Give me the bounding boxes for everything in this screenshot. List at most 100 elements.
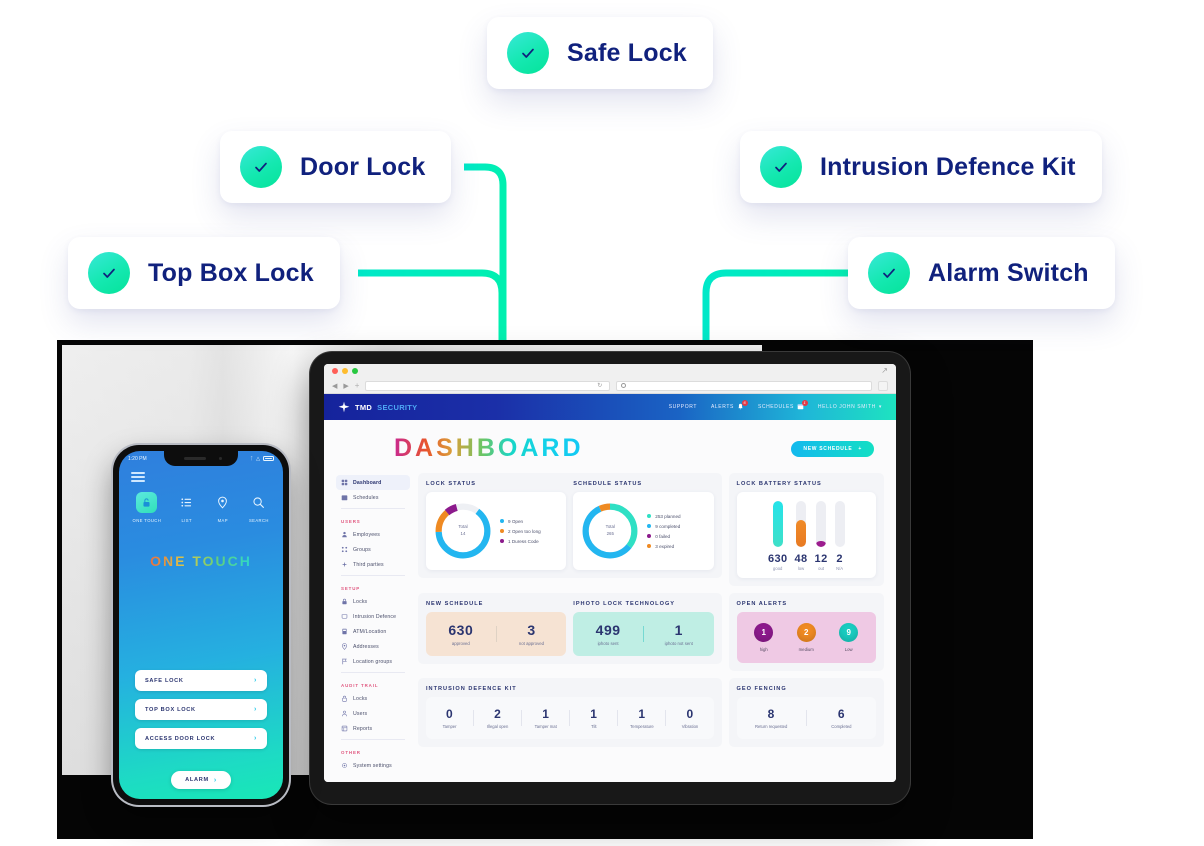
chevron-right-icon: › [253,706,257,713]
check-icon [240,146,282,188]
sidebar-section-audit-trail: AUDIT TRAIL [341,683,379,688]
phone-title: ONE TOUCH [119,553,283,569]
sidebar-item-dashboard[interactable]: Dashboard [336,475,410,490]
legend-item: 253 planned [647,514,681,519]
battery-bar-out: 12 out [815,501,828,571]
alert-count: 9 [839,623,859,642]
url-bar[interactable]: ↻ [365,380,611,391]
callout-top-box-lock[interactable]: Top Box Lock [68,237,340,309]
open-alerts-card: 1 high 2 medium 9 Low [736,612,876,663]
callout-door-lock[interactable]: Door Lock [220,131,452,203]
phone-tab-label: ONE TOUCH [132,518,162,524]
dashboard-panels: LOCK STATUS Total 14 9 Open 2 Open too l… [418,473,884,770]
back-icon[interactable]: ◀ [332,382,337,390]
sidebar-section-other: OTHER [341,750,361,755]
stat-cell: 1 Temperature [630,707,654,729]
callout-intrusion-defence-kit[interactable]: Intrusion Defence Kit [740,131,1102,203]
battery-fill [816,540,827,547]
stat-cell: 499 iphoto sent [595,622,621,646]
sidebar-item-label: Users [353,710,368,717]
sidebar-item-intrusion-defence[interactable]: Intrusion Defence [336,609,410,624]
phone-tab-list[interactable]: LIST [176,492,197,523]
sidebar-item-location-groups[interactable]: Location groups [336,654,410,669]
sidebar-item-schedules[interactable]: Schedules [336,490,410,505]
sidebar-item-label: System settings [353,762,392,769]
hamburger-icon[interactable] [119,466,283,484]
iphoto-title: IPHOTO LOCK TECHNOLOGY [573,601,676,607]
browser-menu-icon[interactable] [878,380,888,391]
sidebar-item-third-parties[interactable]: Third parties [336,557,410,572]
window-close-icon[interactable] [332,368,338,374]
phone-button-label: ACCESS DOOR LOCK [145,735,216,742]
calendar-icon [341,495,348,501]
schedule-iphoto-row-box: NEW SCHEDULE 630 approved 3 not approved… [418,593,722,664]
alerts-row-box: OPEN ALERTS 1 high 2 medium 9 Low [728,593,884,671]
phone-button-label: SAFE LOCK [145,677,184,684]
phone-button-top-box-lock[interactable]: TOP BOX LOCK › [135,699,267,720]
sidebar-item-addresses[interactable]: Addresses [336,639,410,654]
window-minimize-icon[interactable] [342,368,348,374]
phone-tab-map[interactable]: MAP [212,492,233,523]
nav-alerts[interactable]: ALERTS 6 [711,399,748,412]
sidebar-item-locks-setup[interactable]: Locks [336,594,410,609]
sidebar-item-employees[interactable]: Employees [336,527,410,542]
user-icon [342,710,347,717]
panel-row-2: NEW SCHEDULE 630 approved 3 not approved… [418,593,884,671]
sidebar-item-users-audit[interactable]: Users [336,706,410,721]
phone-tab-search[interactable]: SEARCH [248,492,269,523]
idk-row-box: INTRUSION DEFENCE KIT 0 Tamper 2 Illegal o… [418,678,722,747]
browser-search-input[interactable] [616,380,872,391]
new-tab-icon[interactable]: + [355,381,360,390]
sidebar-item-groups[interactable]: Groups [336,542,410,557]
phone-button-label: TOP BOX LOCK [145,706,196,713]
legend-swatch [647,544,652,548]
phone-button-access-door-lock[interactable]: ACCESS DOOR LOCK › [135,728,267,749]
idk-title: INTRUSION DEFENCE KIT [426,686,517,692]
window-maximize-icon[interactable] [352,368,358,374]
page-body: DASHBOARD NEW SCHEDULE + Dashboard Sched… [324,420,896,782]
new-schedule-title: NEW SCHEDULE [426,601,484,607]
phone-button-safe-lock[interactable]: SAFE LOCK › [135,670,267,691]
battery-bar-na: 2 N/A [834,501,845,571]
sidebar-item-reports[interactable]: Reports [336,721,410,736]
reload-icon[interactable]: ↻ [597,382,602,389]
nav-user-menu[interactable]: HELLO JOHN SMITH ▾ [818,404,882,410]
nav-support[interactable]: SUPPORT [669,404,697,410]
battery-row-box: LOCK BATTERY STATUS 630 good 48 low 12 o… [728,473,884,586]
expand-icon[interactable]: ↗ [881,367,888,375]
phone-tab-label: MAP [217,518,228,524]
alert-label: medium [798,647,814,652]
phone-status-bar: 1:20 PM ᛏ △ [119,451,283,466]
stat-cell: 630 approved [448,622,474,646]
forward-icon[interactable]: ▶ [343,382,348,390]
sidebar-item-locks-audit[interactable]: Locks [336,691,410,706]
alert-medium: 2 medium [796,623,816,652]
brand-logo[interactable]: TMD SECURITY [338,401,417,413]
check-icon [88,252,130,294]
battery-tube [772,501,783,547]
phone-tab-one-touch[interactable]: ONE TOUCH [133,492,162,523]
legend-swatch [647,514,652,518]
nav-schedules[interactable]: SCHEDULES 1 [758,399,808,412]
sidebar-item-atm-location[interactable]: ATM/Location [336,624,410,639]
sidebar-divider [341,739,405,740]
phone-button-alarm[interactable]: ALARM › [171,771,231,789]
page-title: DASHBOARD [394,434,584,462]
sidebar-item-label: Reports [353,725,373,732]
sidebar-item-system-settings[interactable]: System settings [336,758,410,773]
callout-alarm-switch[interactable]: Alarm Switch [848,237,1115,309]
shield-icon [341,614,348,619]
schedule-status-card: Total 265 253 planned 9 completed 0 fail… [573,492,714,570]
phone-device: 1:20 PM ᛏ △ ONE TOUCH LIST MAP SEARCH ON… [113,445,289,805]
stat-cell: 6 Completed [831,707,852,729]
browser-chrome: ↗ ◀ ▶ + ↻ [324,364,896,394]
lock-status-legend: 9 Open 2 Open too long 1 Duress Code [500,519,541,544]
callout-safe-lock[interactable]: Safe Lock [487,17,713,89]
sidebar-item-label: Location groups [353,658,393,665]
battery-label: low [797,566,805,571]
pin-icon [212,492,233,513]
new-schedule-button[interactable]: NEW SCHEDULE + [791,440,874,457]
sidebar-section-setup: SETUP [341,586,361,591]
lock-status-total: Total 14 [458,524,468,536]
legend-item: 1 Duress Code [500,539,541,544]
